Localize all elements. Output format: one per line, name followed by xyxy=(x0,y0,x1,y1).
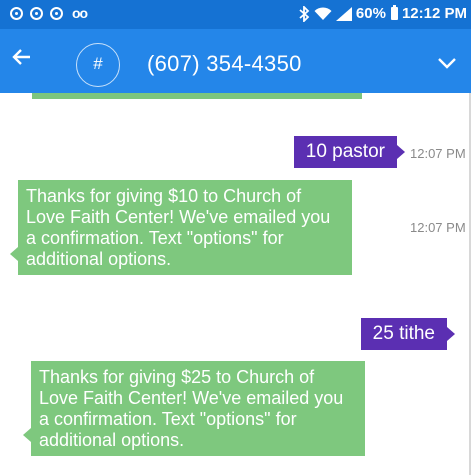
signal-icon xyxy=(335,6,352,21)
chrome-icon xyxy=(30,6,43,20)
status-bar: oo 60% 12:12 PM xyxy=(0,0,471,29)
app-bar: # (607) 354-4350 xyxy=(0,29,471,93)
message-text: Thanks for giving $25 to Church of Love … xyxy=(39,367,344,450)
bluetooth-icon xyxy=(299,5,310,22)
chevron-down-icon[interactable] xyxy=(437,56,457,74)
message-timestamp: 12:07 PM xyxy=(410,220,466,235)
clock: 12:12 PM xyxy=(401,5,467,22)
message-text: Thanks for giving $10 to Church of Love … xyxy=(26,186,331,269)
message-text: 25 tithe xyxy=(372,323,435,344)
conversation-title: (607) 354-4350 xyxy=(147,51,302,76)
notification-icons: oo xyxy=(10,5,88,21)
voicemail-icon: oo xyxy=(72,5,88,21)
outgoing-message[interactable]: 10 pastor xyxy=(293,136,405,168)
chrome-icon xyxy=(10,6,23,20)
incoming-message[interactable]: Thanks for giving $25 to Church of Love … xyxy=(23,361,365,456)
previous-message-edge xyxy=(32,93,362,99)
battery-icon xyxy=(390,5,398,20)
incoming-message[interactable]: Thanks for giving $10 to Church of Love … xyxy=(10,180,352,275)
back-arrow-icon[interactable] xyxy=(10,45,38,73)
system-icons: 60% 12:12 PM xyxy=(299,5,467,22)
outgoing-message[interactable]: 25 tithe xyxy=(360,318,455,350)
message-timestamp: 12:07 PM xyxy=(410,146,466,161)
wifi-icon xyxy=(314,6,332,20)
battery-percent: 60% xyxy=(355,5,386,22)
chrome-icon xyxy=(50,6,63,20)
message-text: 10 pastor xyxy=(305,141,385,162)
contact-avatar[interactable]: # xyxy=(76,43,120,87)
message-list[interactable]: 10 pastor 12:07 PM Thanks for giving $10… xyxy=(0,93,471,475)
